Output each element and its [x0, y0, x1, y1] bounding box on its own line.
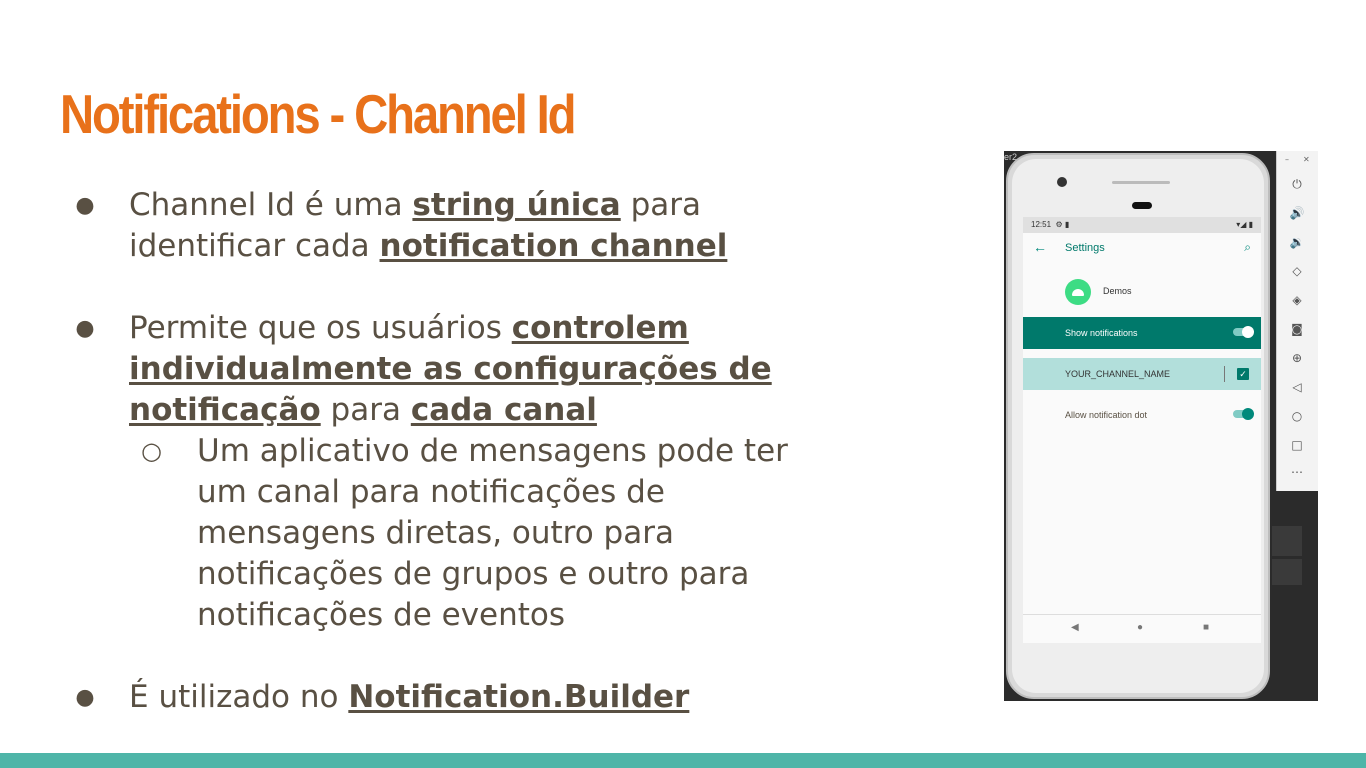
- rotate-right-icon[interactable]: ◈: [1277, 293, 1317, 307]
- bullet-emphasis: Notification.Builder: [348, 679, 690, 715]
- channel-row[interactable]: YOUR_CHANNEL_NAME ✓: [1023, 358, 1261, 390]
- bullet-item: ● Permite que os usuários controlem indi…: [75, 308, 835, 431]
- app-info-row: Demos: [1023, 265, 1261, 317]
- allow-dot-toggle[interactable]: [1233, 408, 1254, 420]
- camera-icon[interactable]: ◙: [1277, 322, 1317, 336]
- sub-bullet-item: ○ Um aplicativo de mensagens pode ter um…: [129, 431, 835, 636]
- allow-dot-row[interactable]: Allow notification dot: [1023, 399, 1261, 431]
- bullet-dot: ●: [75, 316, 95, 341]
- bullet-emphasis: notification channel: [379, 228, 728, 264]
- home-icon[interactable]: ○: [1277, 409, 1317, 423]
- android-app-icon: [1065, 279, 1091, 305]
- phone-sensor: [1132, 202, 1152, 209]
- nav-home-icon[interactable]: ●: [1137, 622, 1143, 633]
- slide-title: Notifications - Channel Id: [60, 83, 576, 145]
- bullet-text: Channel Id é uma: [129, 187, 413, 223]
- phone-speaker: [1112, 181, 1170, 184]
- bullet-list: ● Channel Id é uma string única para ide…: [75, 185, 835, 718]
- screen-title: Settings: [1065, 242, 1105, 254]
- volume-down-icon[interactable]: 🔉: [1277, 235, 1317, 249]
- bullet-dot: ●: [75, 193, 95, 218]
- phone-screen: 12:51 ⚙ ▮ ▾◢ ▮ ← Settings ⌕ Demos Show n…: [1023, 217, 1261, 643]
- divider: [1224, 366, 1225, 382]
- back-arrow-icon[interactable]: ←: [1033, 239, 1047, 255]
- emulator-toolbar: – ✕ ⏻ 🔊 🔉 ◇ ◈ ◙ ⊕ ◁ ○ □ ⋯: [1276, 151, 1318, 491]
- phone-camera: [1057, 177, 1067, 187]
- emulator-screenshot: er2 12:51 ⚙ ▮ ▾◢ ▮ ← Settings ⌕ Demos Sh…: [1004, 151, 1318, 701]
- phone-frame: 12:51 ⚙ ▮ ▾◢ ▮ ← Settings ⌕ Demos Show n…: [1006, 153, 1270, 699]
- nav-back-icon[interactable]: ◀: [1071, 622, 1079, 633]
- app-bar: ← Settings ⌕: [1023, 233, 1261, 265]
- back-icon[interactable]: ◁: [1277, 380, 1317, 394]
- bullet-emphasis: string única: [412, 187, 621, 223]
- signal-battery-icon: ▾◢ ▮: [1236, 220, 1253, 229]
- status-bar: 12:51 ⚙ ▮ ▾◢ ▮: [1023, 217, 1261, 233]
- android-nav-bar: ◀ ● ■: [1023, 614, 1261, 643]
- status-time: 12:51: [1031, 220, 1052, 229]
- close-icon[interactable]: ✕: [1303, 155, 1310, 164]
- show-notifications-row[interactable]: Show notifications: [1023, 317, 1261, 349]
- zoom-icon[interactable]: ⊕: [1277, 351, 1317, 365]
- rotate-left-icon[interactable]: ◇: [1277, 264, 1317, 278]
- bullet-text: Permite que os usuários: [129, 310, 512, 346]
- minimize-icon[interactable]: –: [1285, 155, 1289, 164]
- volume-up-icon[interactable]: 🔊: [1277, 206, 1317, 220]
- app-name: Demos: [1103, 286, 1132, 296]
- overview-icon[interactable]: □: [1277, 438, 1317, 452]
- power-icon[interactable]: ⏻: [1277, 177, 1317, 192]
- bullet-emphasis: cada canal: [410, 392, 597, 428]
- show-notifications-label: Show notifications: [1065, 328, 1138, 338]
- bullet-dot: ●: [75, 685, 95, 710]
- search-icon[interactable]: ⌕: [1244, 240, 1251, 255]
- channel-checkbox[interactable]: ✓: [1237, 368, 1249, 380]
- bullet-item: ● Channel Id é uma string única para ide…: [75, 185, 835, 267]
- sub-bullet-text: Um aplicativo de mensagens pode ter um c…: [197, 433, 788, 633]
- settings-status-icon: ⚙ ▮: [1053, 220, 1070, 229]
- more-icon[interactable]: ⋯: [1277, 465, 1317, 479]
- bullet-item: ● É utilizado no Notification.Builder: [75, 677, 835, 718]
- nav-recents-icon[interactable]: ■: [1203, 622, 1209, 633]
- sub-bullet-dot: ○: [141, 437, 162, 465]
- bullet-text: É utilizado no: [129, 679, 349, 715]
- bullet-text: para: [320, 392, 411, 428]
- channel-name-label: YOUR_CHANNEL_NAME: [1065, 369, 1171, 379]
- allow-dot-label: Allow notification dot: [1065, 410, 1148, 420]
- footer-accent-bar: [0, 753, 1366, 768]
- show-notifications-toggle[interactable]: [1233, 326, 1254, 338]
